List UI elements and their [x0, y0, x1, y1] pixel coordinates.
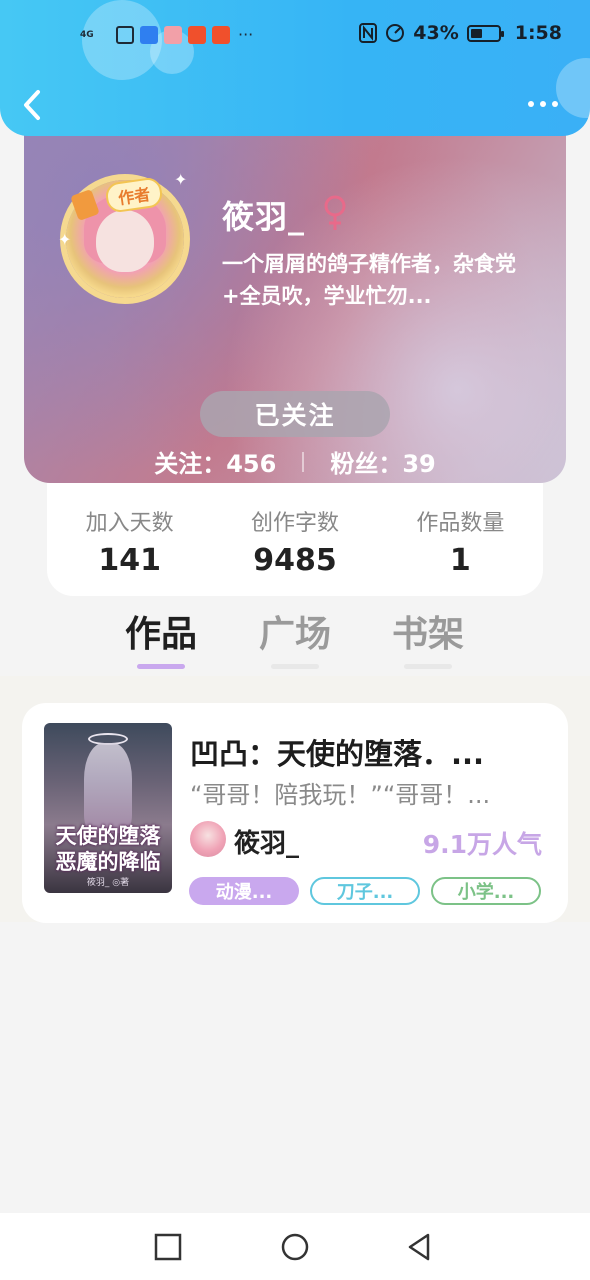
tab-indicator [404, 664, 452, 669]
speed-gauge-icon [386, 24, 405, 42]
status-bar: 4G ··· 43% 1:58 [0, 18, 590, 54]
follow-button[interactable]: 已关注 [200, 391, 390, 437]
taobao-icon [188, 26, 206, 44]
stat-value: 1 [449, 543, 471, 578]
tag-school[interactable]: 小学... [431, 877, 541, 905]
system-nav-bar [0, 1213, 590, 1280]
content-tabs: 作品 广场 书架 [0, 605, 590, 675]
tab-bookshelf[interactable]: 书架 [388, 605, 468, 657]
cover-title-line1: 天使的堕落 [55, 823, 161, 848]
tab-works[interactable]: 作品 [121, 605, 201, 657]
follow-stats: 关注：456 粉丝：39 [24, 444, 566, 479]
more-dot [540, 101, 546, 107]
profile-card: 作者 ✦ ✦ 筱羽_ 一个屑屑的鸽子精作者，杂食党+全员吹，学业忙勿... 已关… [24, 110, 566, 483]
stat-label: 创作字数 [250, 511, 339, 536]
sparkle-icon: ✦ [174, 170, 188, 189]
sparkle-icon: ✦ [58, 230, 72, 249]
nfc-icon [359, 23, 378, 43]
more-options-button[interactable] [528, 96, 568, 112]
taobao-icon [212, 26, 230, 44]
battery-level [470, 28, 482, 38]
cover-figure [84, 743, 132, 833]
network-signal-icon: 4G [80, 29, 94, 40]
cloud-icon [140, 26, 158, 44]
work-author-name: 筱羽_ [234, 829, 300, 859]
stat-value: 141 [98, 543, 161, 578]
back-button[interactable] [18, 88, 48, 122]
cover-author: 筱羽_ ◎著 [86, 878, 130, 888]
battery-icon [466, 24, 504, 42]
work-card[interactable]: 天使的堕落 恶魔的降临 筱羽_ ◎著 凹凸：天使的堕落．... “哥哥！陪我玩！… [22, 703, 568, 923]
following-count[interactable]: 关注：456 [154, 444, 276, 479]
work-title[interactable]: 凹凸：天使的堕落．... [190, 731, 544, 773]
followers-count[interactable]: 粉丝：39 [330, 444, 435, 479]
folder-icon [116, 26, 134, 44]
tab-indicator [271, 664, 319, 669]
more-dot [552, 101, 558, 107]
stat-label: 作品数量 [416, 511, 505, 536]
stat-value: 9485 [253, 543, 337, 578]
username: 筱羽_ [222, 198, 306, 236]
stats-card: 加入天数 141 创作字数 9485 作品数量 1 [47, 483, 543, 596]
square-icon[interactable] [152, 1231, 184, 1263]
stat-label: 加入天数 [85, 511, 174, 536]
stat-join-days: 加入天数 141 [47, 483, 212, 596]
notification-icons: 4G ··· [80, 26, 253, 44]
chevron-left-icon [24, 90, 40, 120]
cover-title-line2: 恶魔的降临 [55, 849, 161, 874]
gift-icon [164, 26, 182, 44]
author-small-avatar [190, 821, 226, 857]
top-header: 4G ··· 43% 1:58 [0, 0, 590, 136]
clock: 1:58 [514, 22, 562, 44]
work-excerpt: “哥哥！陪我玩！”“哥哥！... [190, 781, 491, 809]
female-icon [324, 195, 346, 230]
stat-word-count: 创作字数 9485 [212, 483, 377, 596]
circle-icon[interactable] [279, 1231, 311, 1263]
triangle-back-icon[interactable] [404, 1231, 436, 1263]
tab-active-indicator [137, 664, 185, 669]
divider [302, 451, 305, 472]
tab-square[interactable]: 广场 [255, 605, 335, 657]
more-dot [528, 101, 534, 107]
book-cover[interactable]: 天使的堕落 恶魔的降临 筱羽_ ◎著 [44, 723, 172, 893]
user-bio: 一个屑屑的鸽子精作者，杂食党+全员吹，学业忙勿... [222, 252, 516, 308]
tag-anime[interactable]: 动漫... [189, 877, 299, 905]
popularity-count: 9.1万人气 [422, 830, 542, 859]
status-right: 43% 1:58 [359, 22, 562, 44]
avatar-face [96, 210, 154, 272]
battery-percent: 43% [413, 22, 459, 44]
tag-angst[interactable]: 刀子... [310, 877, 420, 905]
stat-work-count: 作品数量 1 [378, 483, 543, 596]
more-notifications-icon: ··· [238, 25, 254, 44]
